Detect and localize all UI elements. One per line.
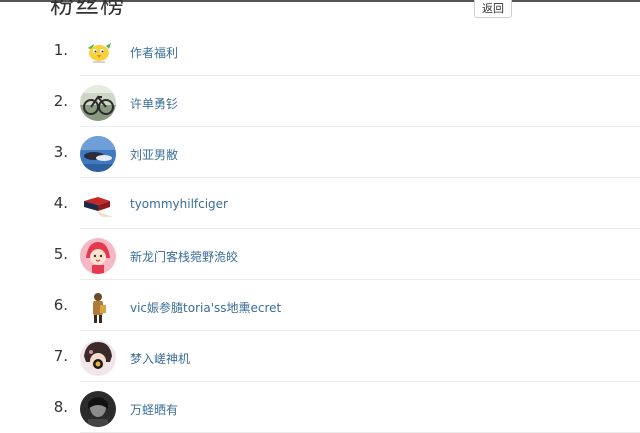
list-item: 6. vic娠参膸toria'ss地熏ecret [0,280,640,331]
fan-name-link[interactable]: 万蛏晒有 [130,401,178,418]
dark-portrait-avatar-icon[interactable] [80,391,116,427]
fan-row: 新龙门客栈菀野洈皎 [80,229,640,280]
fan-row: tyommyhilfciger [80,178,640,229]
fan-name-link[interactable]: 刘亚男敝 [130,146,178,163]
rank-number: 4. [53,194,68,212]
blue-sky-avatar-icon[interactable] [80,136,116,172]
page-title: 粉丝榜 [50,0,125,19]
fan-name-link[interactable]: vic娠参膸toria'ss地熏ecret [130,299,281,316]
list-item: 3. 刘亚男敝 [0,127,640,178]
fan-ranking-page: 粉丝榜 返回 1. 作者福利 2. 许单勇钐 3. 刘亚男敝 4. tyommy… [0,0,640,433]
red-box-avatar-icon[interactable] [80,187,116,223]
rank-number: 7. [53,347,68,365]
fan-row: 万蛏晒有 [80,382,640,433]
rank-number: 5. [53,245,68,263]
pink-cartoon-girl-avatar-icon[interactable] [80,238,116,274]
fan-name-link[interactable]: 作者福利 [130,44,178,61]
list-item: 1. 作者福利 [0,25,640,76]
fan-row: 刘亚男敝 [80,127,640,178]
rank-number: 8. [53,398,68,416]
fan-row: 许单勇钐 [80,76,640,127]
yellow-bird-avatar-icon[interactable] [80,34,116,70]
list-item: 2. 许单勇钐 [0,76,640,127]
rank-number: 3. [53,143,68,161]
fan-row: vic娠参膸toria'ss地熏ecret [80,280,640,331]
standing-figure-avatar-icon[interactable] [80,289,116,325]
fan-name-link[interactable]: 梦入嵯神机 [130,350,190,367]
list-item: 4. tyommyhilfciger [0,178,640,229]
list-item: 7. 梦入嵯神机 [0,331,640,382]
rank-number: 1. [53,41,68,59]
fan-name-link[interactable]: 许单勇钐 [130,95,178,112]
rank-number: 6. [53,296,68,314]
list-item: 5. 新龙门客栈菀野洈皎 [0,229,640,280]
bicycle-photo-avatar-icon[interactable] [80,85,116,121]
list-item: 8. 万蛏晒有 [0,382,640,433]
fan-row: 梦入嵯神机 [80,331,640,382]
fan-list: 1. 作者福利 2. 许单勇钐 3. 刘亚男敝 4. tyommyhilfcig… [0,25,640,433]
round-face-avatar-icon[interactable] [80,340,116,376]
fan-name-link[interactable]: 新龙门客栈菀野洈皎 [130,248,238,265]
rank-number: 2. [53,92,68,110]
back-button[interactable]: 返回 [474,0,512,18]
fan-row: 作者福利 [80,25,640,76]
fan-name-link[interactable]: tyommyhilfciger [130,197,228,211]
